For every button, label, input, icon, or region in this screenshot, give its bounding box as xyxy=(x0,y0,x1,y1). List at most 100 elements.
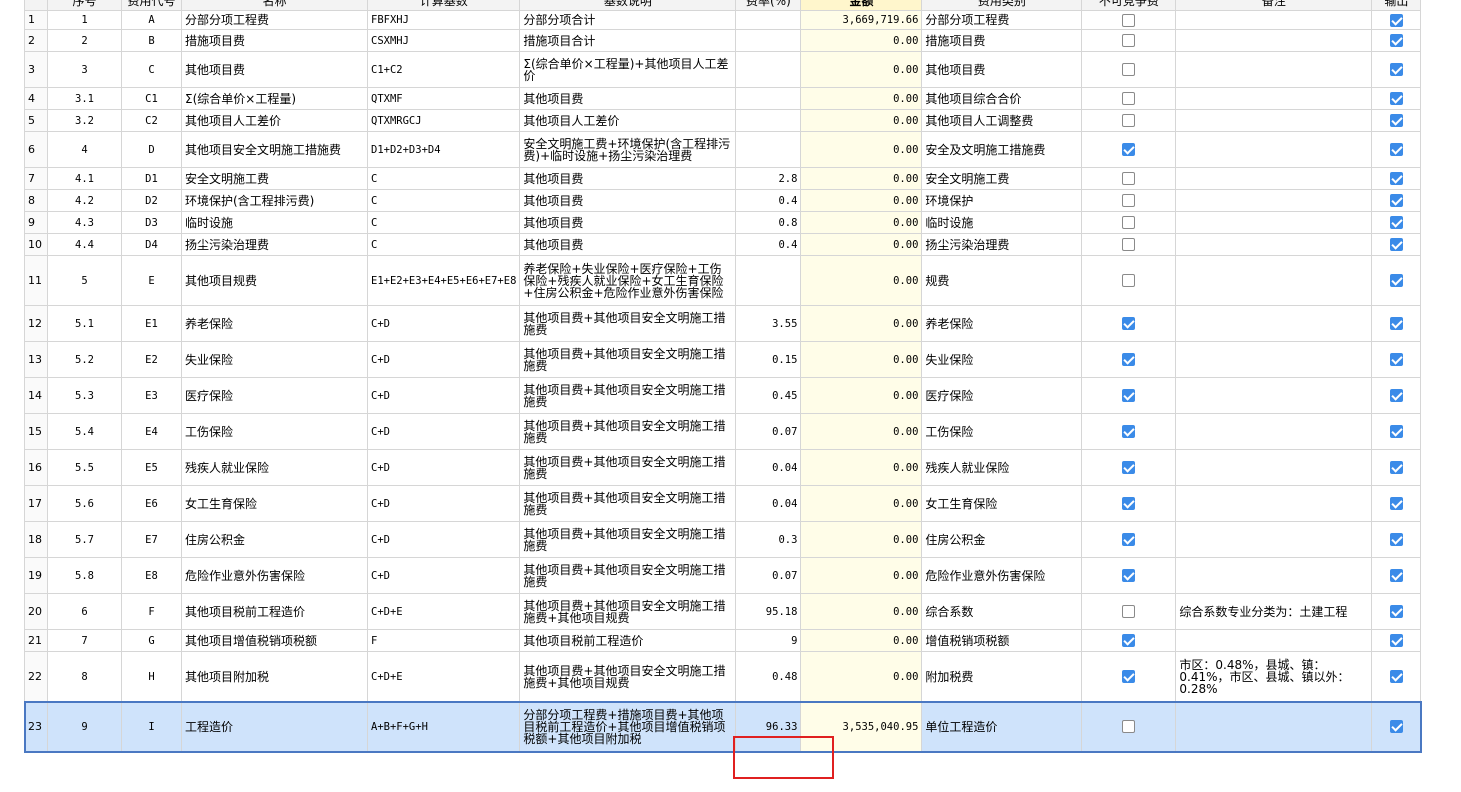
row-rate[interactable]: 3.55 xyxy=(735,305,802,342)
row-code[interactable]: I xyxy=(121,701,182,752)
row-desc[interactable]: 其他项目人工差价 xyxy=(519,109,737,132)
row-seq[interactable]: 5 xyxy=(47,255,122,306)
table-row[interactable]: 16 5.5 E5 残疾人就业保险 C+D 其他项目费+其他项目安全文明施工措施费 0.04… xyxy=(24,449,1422,486)
header-index[interactable] xyxy=(24,0,48,11)
table-row[interactable]: 23 9 I 工程造价 A+B+F+G+H 分部分项工程费+措施项目费+其他项目税前工程造… xyxy=(23,700,1422,753)
row-desc[interactable]: 其他项目费+其他项目安全文明施工措施费 xyxy=(519,341,737,378)
header-desc[interactable]: 基数说明 xyxy=(519,0,737,11)
row-rate[interactable]: 0.07 xyxy=(735,413,802,450)
output-checkbox[interactable] xyxy=(1389,92,1403,105)
output-checkbox[interactable] xyxy=(1389,172,1403,185)
row-base[interactable]: C+D xyxy=(366,377,521,414)
noncomp-checkbox[interactable] xyxy=(1122,13,1136,27)
row-name[interactable]: 残疾人就业保险 xyxy=(181,449,368,486)
row-desc[interactable]: 措施项目合计 xyxy=(519,29,737,52)
output-checkbox[interactable] xyxy=(1389,425,1403,438)
row-amount[interactable]: 0.00 xyxy=(800,29,923,52)
row-amount[interactable]: 0.00 xyxy=(800,449,923,486)
noncomp-checkbox[interactable] xyxy=(1122,114,1136,127)
table-row[interactable]: 22 8 H 其他项目附加税 C+D+E 其他项目费+其他项目安全文明施工措施费+其他项目… xyxy=(24,651,1422,702)
table-row[interactable]: 3 3 C 其他项目费 C1+C2 Σ(综合单价×工程量)+其他项目人工差价 0.00 其他项… xyxy=(24,51,1422,88)
row-seq[interactable]: 5.4 xyxy=(47,413,122,450)
row-index[interactable]: 23 xyxy=(24,701,48,752)
noncomp-checkbox[interactable] xyxy=(1122,425,1136,438)
row-base[interactable]: C+D xyxy=(366,521,521,558)
row-category[interactable]: 环境保护 xyxy=(921,189,1083,212)
row-rate[interactable]: 0.15 xyxy=(735,341,802,378)
row-seq[interactable]: 5.6 xyxy=(47,485,122,522)
row-amount[interactable]: 0.00 xyxy=(800,521,923,558)
row-desc[interactable]: 其他项目费 xyxy=(519,211,737,234)
row-seq[interactable]: 5.5 xyxy=(47,449,122,486)
row-category[interactable]: 其他项目综合合价 xyxy=(921,87,1083,110)
row-amount[interactable]: 0.00 xyxy=(800,629,923,652)
output-checkbox[interactable] xyxy=(1389,317,1403,330)
row-desc[interactable]: 其他项目费+其他项目安全文明施工措施费 xyxy=(519,521,737,558)
output-checkbox[interactable] xyxy=(1389,34,1403,47)
row-code[interactable]: D xyxy=(121,131,182,168)
row-amount[interactable]: 0.00 xyxy=(800,377,923,414)
row-seq[interactable]: 4.2 xyxy=(47,189,122,212)
row-code[interactable]: D2 xyxy=(121,189,182,212)
row-base[interactable]: C+D+E xyxy=(366,593,521,630)
row-base[interactable]: C+D xyxy=(366,305,521,342)
row-seq[interactable]: 9 xyxy=(47,701,122,752)
row-seq[interactable]: 4 xyxy=(47,131,122,168)
row-category[interactable]: 住房公积金 xyxy=(921,521,1083,558)
table-row[interactable]: 7 4.1 D1 安全文明施工费 C 其他项目费 2.8 0.00 安全文明施工费 xyxy=(24,167,1422,190)
table-row[interactable]: 19 5.8 E8 危险作业意外伤害保险 C+D 其他项目费+其他项目安全文明施工措施费 0… xyxy=(24,557,1422,594)
output-checkbox[interactable] xyxy=(1389,63,1403,76)
row-name[interactable]: 环境保护(含工程排污费) xyxy=(181,189,368,212)
row-base[interactable]: QTXMF xyxy=(366,87,521,110)
row-code[interactable]: C1 xyxy=(121,87,182,110)
row-seq[interactable]: 5.1 xyxy=(47,305,122,342)
row-category[interactable]: 养老保险 xyxy=(921,305,1083,342)
row-index[interactable]: 14 xyxy=(24,377,48,414)
output-checkbox[interactable] xyxy=(1389,670,1403,683)
row-code[interactable]: D4 xyxy=(121,233,182,256)
row-note[interactable] xyxy=(1175,449,1373,486)
row-amount[interactable]: 0.00 xyxy=(800,51,923,88)
output-checkbox[interactable] xyxy=(1389,143,1403,156)
row-base[interactable]: C xyxy=(366,233,521,256)
header-rate[interactable]: 费率(%) xyxy=(735,0,802,11)
row-category[interactable]: 扬尘污染治理费 xyxy=(921,233,1083,256)
output-checkbox[interactable] xyxy=(1389,389,1403,402)
output-checkbox[interactable] xyxy=(1389,238,1403,251)
row-code[interactable]: E4 xyxy=(121,413,182,450)
row-code[interactable]: A xyxy=(121,10,182,30)
row-note[interactable] xyxy=(1175,189,1373,212)
table-row[interactable]: 1 1 A 分部分项工程费 FBFXHJ 分部分项合计 3,669,719.66 分部分项工程… xyxy=(24,10,1422,30)
noncomp-checkbox[interactable] xyxy=(1122,274,1136,287)
output-checkbox[interactable] xyxy=(1389,13,1403,27)
row-note[interactable] xyxy=(1175,305,1373,342)
row-category[interactable]: 安全文明施工费 xyxy=(921,167,1083,190)
row-code[interactable]: E2 xyxy=(121,341,182,378)
row-amount[interactable]: 0.00 xyxy=(800,211,923,234)
row-rate[interactable]: 95.18 xyxy=(735,593,802,630)
row-note[interactable] xyxy=(1175,167,1373,190)
row-desc[interactable]: 其他项目费+其他项目安全文明施工措施费 xyxy=(519,449,737,486)
row-name[interactable]: 措施项目费 xyxy=(181,29,368,52)
row-note[interactable] xyxy=(1175,557,1373,594)
row-note[interactable] xyxy=(1175,131,1373,168)
output-checkbox[interactable] xyxy=(1389,533,1403,546)
row-name[interactable]: 工程造价 xyxy=(181,701,368,752)
row-name[interactable]: 危险作业意外伤害保险 xyxy=(181,557,368,594)
row-code[interactable]: H xyxy=(121,651,182,702)
table-row[interactable]: 18 5.7 E7 住房公积金 C+D 其他项目费+其他项目安全文明施工措施费 0.3 0.0… xyxy=(24,521,1422,558)
row-note[interactable] xyxy=(1175,701,1373,752)
row-name[interactable]: 其他项目规费 xyxy=(181,255,368,306)
row-rate[interactable] xyxy=(735,131,802,168)
row-index[interactable]: 15 xyxy=(24,413,48,450)
row-base[interactable]: E1+E2+E3+E4+E5+E6+E7+E8 xyxy=(366,255,521,306)
row-rate[interactable]: 0.45 xyxy=(735,377,802,414)
table-row[interactable]: 5 3.2 C2 其他项目人工差价 QTXMRGCJ 其他项目人工差价 0.00 其他项目人工… xyxy=(24,109,1422,132)
header-noncomp[interactable]: 不可竞争费 xyxy=(1081,0,1177,11)
row-base[interactable]: C+D+E xyxy=(366,651,521,702)
row-seq[interactable]: 6 xyxy=(47,593,122,630)
row-category[interactable]: 失业保险 xyxy=(921,341,1083,378)
row-rate[interactable] xyxy=(735,87,802,110)
noncomp-checkbox[interactable] xyxy=(1122,461,1136,474)
row-desc[interactable]: 其他项目费+其他项目安全文明施工措施费 xyxy=(519,557,737,594)
